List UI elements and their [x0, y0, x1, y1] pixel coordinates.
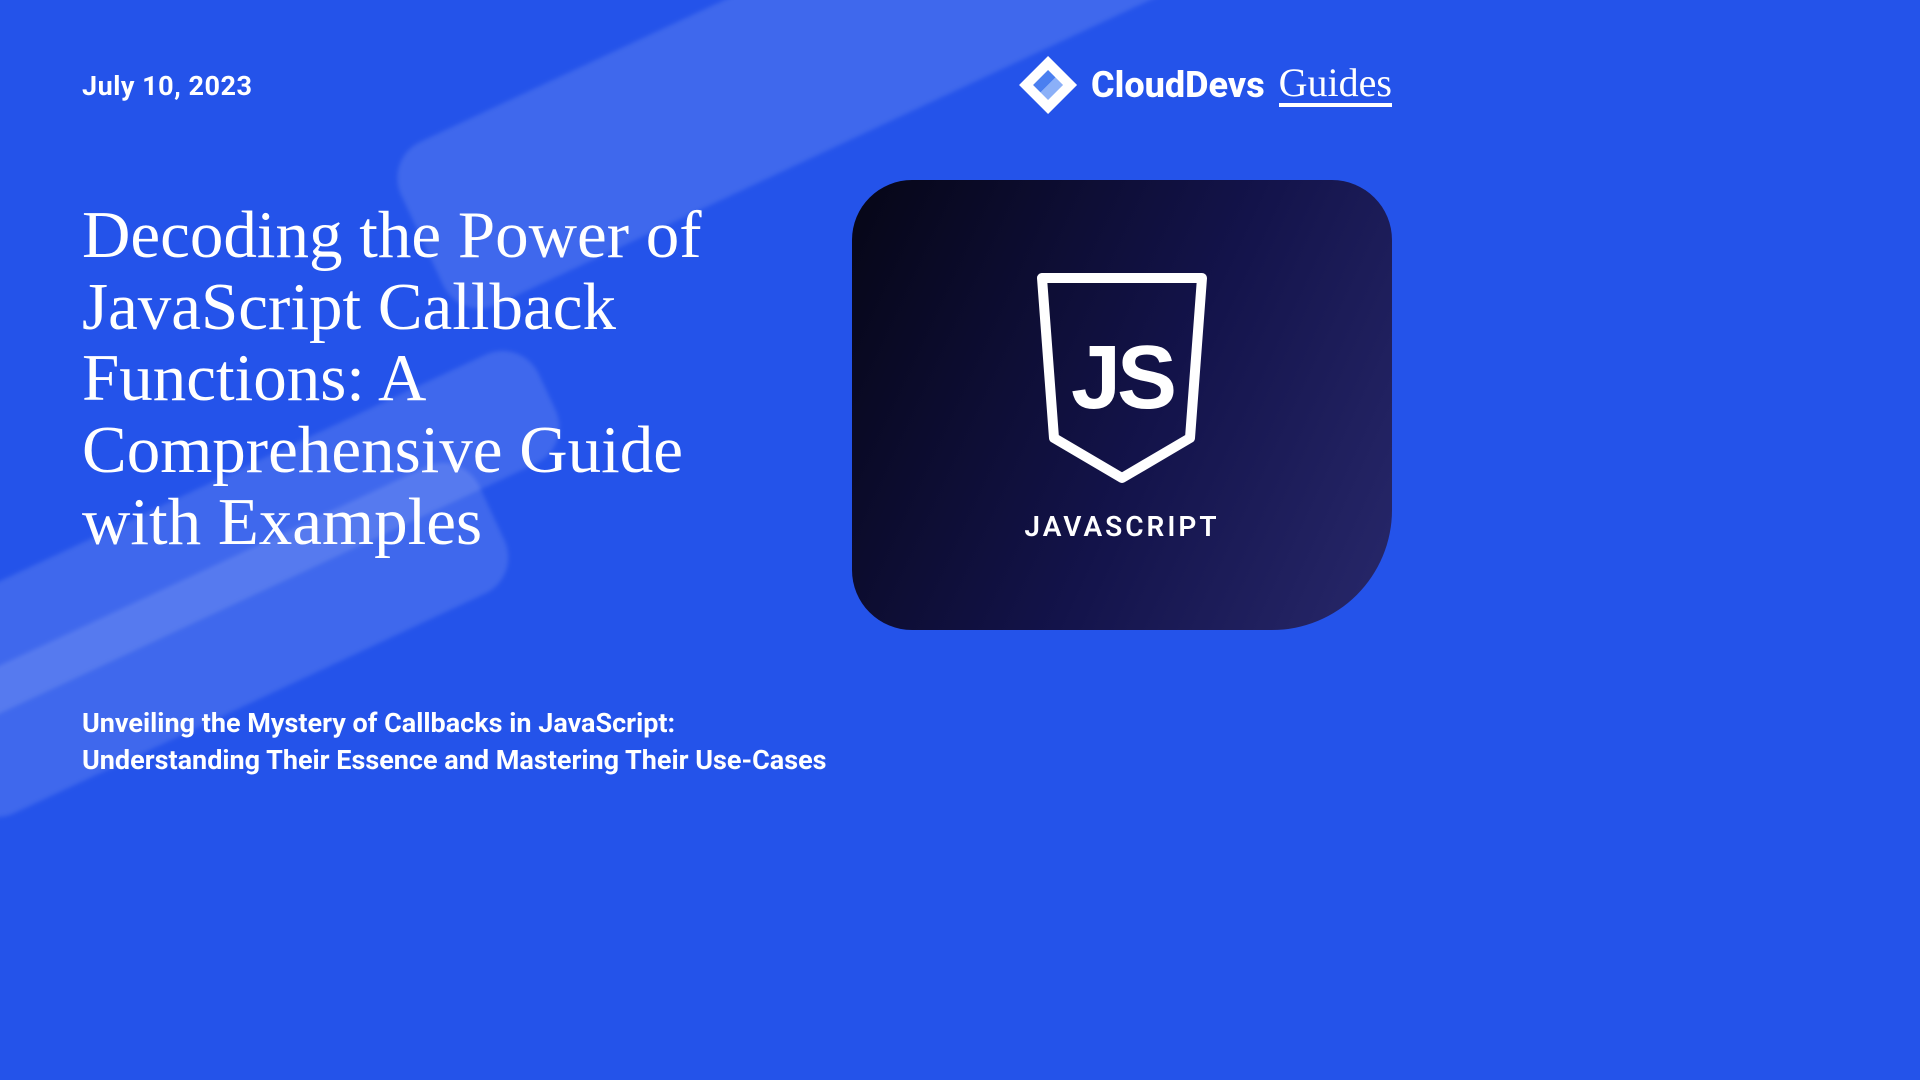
brand-logo: CloudDevs Guides: [1019, 56, 1392, 114]
brand-name: CloudDevs: [1091, 67, 1265, 103]
feature-card: JS JAVASCRIPT: [852, 180, 1392, 630]
shield-letters: JS: [1071, 328, 1174, 428]
page-title: Decoding the Power of JavaScript Callbac…: [82, 200, 802, 558]
publish-date: July 10, 2023: [82, 70, 252, 102]
card-label: JAVASCRIPT: [1024, 510, 1219, 543]
brand-logo-icon: [1019, 56, 1077, 114]
page-subtitle: Unveiling the Mystery of Callbacks in Ja…: [82, 705, 827, 778]
brand-suffix: Guides: [1279, 63, 1392, 107]
subtitle-line-2: Understanding Their Essence and Masterin…: [82, 742, 827, 778]
javascript-shield-icon: JS: [1022, 268, 1222, 488]
subtitle-line-1: Unveiling the Mystery of Callbacks in Ja…: [82, 705, 827, 741]
